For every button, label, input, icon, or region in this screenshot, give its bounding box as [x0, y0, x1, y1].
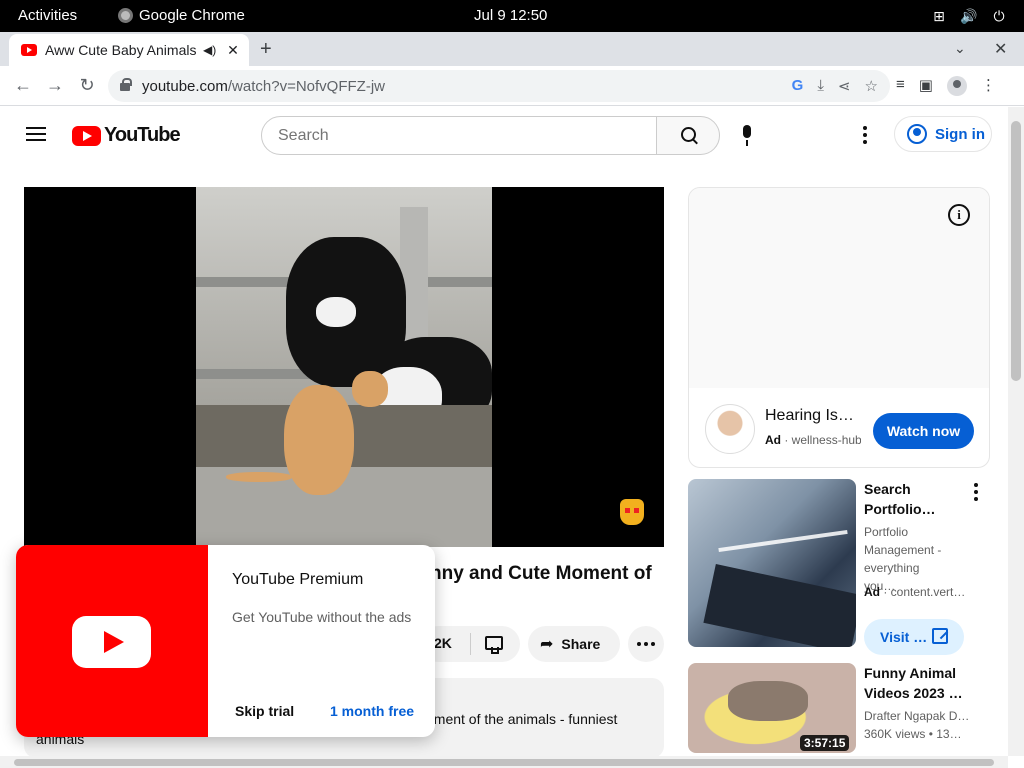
view-meta: 360K views • 13…: [864, 727, 962, 741]
system-tray[interactable]: ⊞ 🔊 ⏻: [930, 7, 1008, 25]
voice-search-microphone-icon[interactable]: [740, 125, 754, 147]
external-link-icon: [932, 628, 948, 644]
side-panel-icon[interactable]: ▣: [919, 76, 933, 96]
youtube-play-icon: [72, 125, 101, 146]
url-text[interactable]: youtube.com/watch?v=NofvQFFZ-jw: [142, 78, 385, 95]
bookmark-star-icon[interactable]: ☆: [865, 77, 878, 95]
ad-title[interactable]: Hearing Iss…: [765, 407, 859, 425]
media-controls-icon[interactable]: ≡: [896, 76, 905, 96]
search-button[interactable]: [656, 116, 720, 155]
lock-icon[interactable]: [120, 78, 132, 91]
video-frame-cows-and-cat: [196, 187, 492, 547]
search-input[interactable]: Search: [261, 116, 657, 155]
clock[interactable]: Jul 9 12:50: [474, 7, 547, 24]
sidebar-ad-item[interactable]: Search Portfolio… Portfolio Management -…: [688, 479, 992, 655]
reload-icon[interactable]: ↻: [76, 75, 98, 96]
app-menu[interactable]: Google Chrome: [118, 7, 245, 24]
description-text: oment of the animals - funniest: [426, 711, 618, 727]
youtube-play-icon: [72, 616, 151, 668]
ad-meta: Ad · wellness-hub: [765, 433, 861, 447]
premium-banner: [16, 545, 208, 737]
sidebar-video-item[interactable]: 3:57:15 Funny Animal Videos 2023 … Draft…: [688, 663, 992, 753]
new-tab-button[interactable]: +: [260, 38, 272, 61]
activities-button[interactable]: Activities: [18, 7, 77, 24]
share-arrow-icon: ➦: [540, 636, 554, 653]
forward-arrow-icon[interactable]: →: [44, 75, 66, 96]
sidebar-item-title[interactable]: Funny Animal Videos 2023 …: [864, 663, 964, 703]
network-icon[interactable]: ⊞: [930, 7, 948, 25]
back-arrow-icon[interactable]: ←: [12, 75, 34, 96]
account-icon: [907, 124, 927, 144]
address-bar-actions: G ⤓ ⋖ ☆: [792, 77, 878, 95]
video-thumbnail[interactable]: 3:57:15: [688, 663, 856, 753]
tab-title: Aww Cute Baby Animals: [45, 42, 197, 58]
video-title: nny and Cute Moment of: [430, 563, 652, 584]
advertiser-avatar: [705, 404, 755, 454]
ad-thumbnail[interactable]: [688, 479, 856, 647]
speaker-icon[interactable]: ◀): [203, 43, 217, 57]
item-menu-icon[interactable]: [974, 483, 978, 504]
browser-toolbar: ← → ↻ youtube.com/watch?v=NofvQFFZ-jw G …: [0, 66, 1024, 106]
duration-badge: 3:57:15: [800, 735, 850, 751]
free-trial-button[interactable]: 1 month free: [330, 703, 414, 719]
watch-now-button[interactable]: Watch now: [873, 413, 974, 449]
visit-site-button[interactable]: Visit …: [864, 619, 964, 655]
system-top-bar: Activities Google Chrome Jul 9 12:50 ⊞ 🔊…: [0, 0, 1024, 32]
skip-trial-button[interactable]: Skip trial: [235, 703, 294, 719]
app-name: Google Chrome: [139, 7, 245, 24]
hamburger-menu-icon[interactable]: [26, 127, 46, 141]
channel-name[interactable]: Drafter Ngapak D…: [864, 709, 969, 723]
channel-watermark-cat-icon: [620, 499, 644, 525]
video-player[interactable]: [24, 187, 664, 547]
tab-strip: Aww Cute Baby Animals ◀) ✕ + ⌄ ✕: [0, 32, 1024, 66]
address-bar[interactable]: youtube.com/watch?v=NofvQFFZ-jw G ⤓ ⋖ ☆: [108, 70, 890, 102]
youtube-masthead: YouTube Search Sign in: [0, 107, 1008, 163]
tab-search-chevron-down-icon[interactable]: ⌄: [954, 40, 966, 57]
ad-card[interactable]: i Hearing Iss… Ad · wellness-hub Watch n…: [688, 187, 990, 468]
sign-in-button[interactable]: Sign in: [894, 116, 992, 152]
toolbar-actions: ≡ ▣ ⋮: [896, 76, 996, 96]
promo-title: YouTube Premium: [232, 571, 364, 588]
premium-promo-dialog: YouTube Premium Get YouTube without the …: [16, 545, 435, 737]
horizontal-scrollbar[interactable]: [0, 756, 1008, 768]
like-dislike-group: 2K: [420, 626, 520, 662]
window-close-button[interactable]: ✕: [994, 39, 1007, 59]
google-lens-icon[interactable]: G: [792, 77, 804, 95]
sidebar-item-meta: Ad · content.vert…: [864, 585, 966, 599]
info-icon[interactable]: i: [948, 204, 970, 226]
ad-image[interactable]: [689, 188, 989, 388]
search-icon: [681, 127, 697, 143]
promo-subtitle: Get YouTube without the ads: [232, 609, 412, 625]
youtube-favicon-icon: [21, 44, 37, 56]
browser-tab[interactable]: Aww Cute Baby Animals ◀) ✕: [9, 34, 249, 66]
chrome-menu-icon[interactable]: ⋮: [981, 76, 996, 96]
more-actions-button[interactable]: [628, 626, 664, 662]
volume-icon[interactable]: 🔊: [960, 7, 978, 25]
dislike-icon[interactable]: [484, 634, 503, 654]
youtube-logo[interactable]: YouTube: [72, 124, 181, 147]
profile-avatar-icon[interactable]: [946, 76, 967, 96]
settings-more-icon[interactable]: [863, 126, 867, 147]
vertical-scrollbar[interactable]: [1008, 107, 1024, 756]
sidebar-item-title[interactable]: Search Portfolio…: [864, 479, 964, 519]
install-app-icon[interactable]: ⤓: [817, 77, 824, 95]
share-button[interactable]: ➦ Share: [528, 626, 620, 662]
share-icon[interactable]: ⋖: [838, 77, 851, 95]
like-count[interactable]: 2K: [434, 635, 452, 651]
chrome-icon: [118, 8, 133, 23]
power-icon[interactable]: ⏻: [990, 7, 1008, 25]
tab-close-button[interactable]: ✕: [225, 42, 241, 59]
